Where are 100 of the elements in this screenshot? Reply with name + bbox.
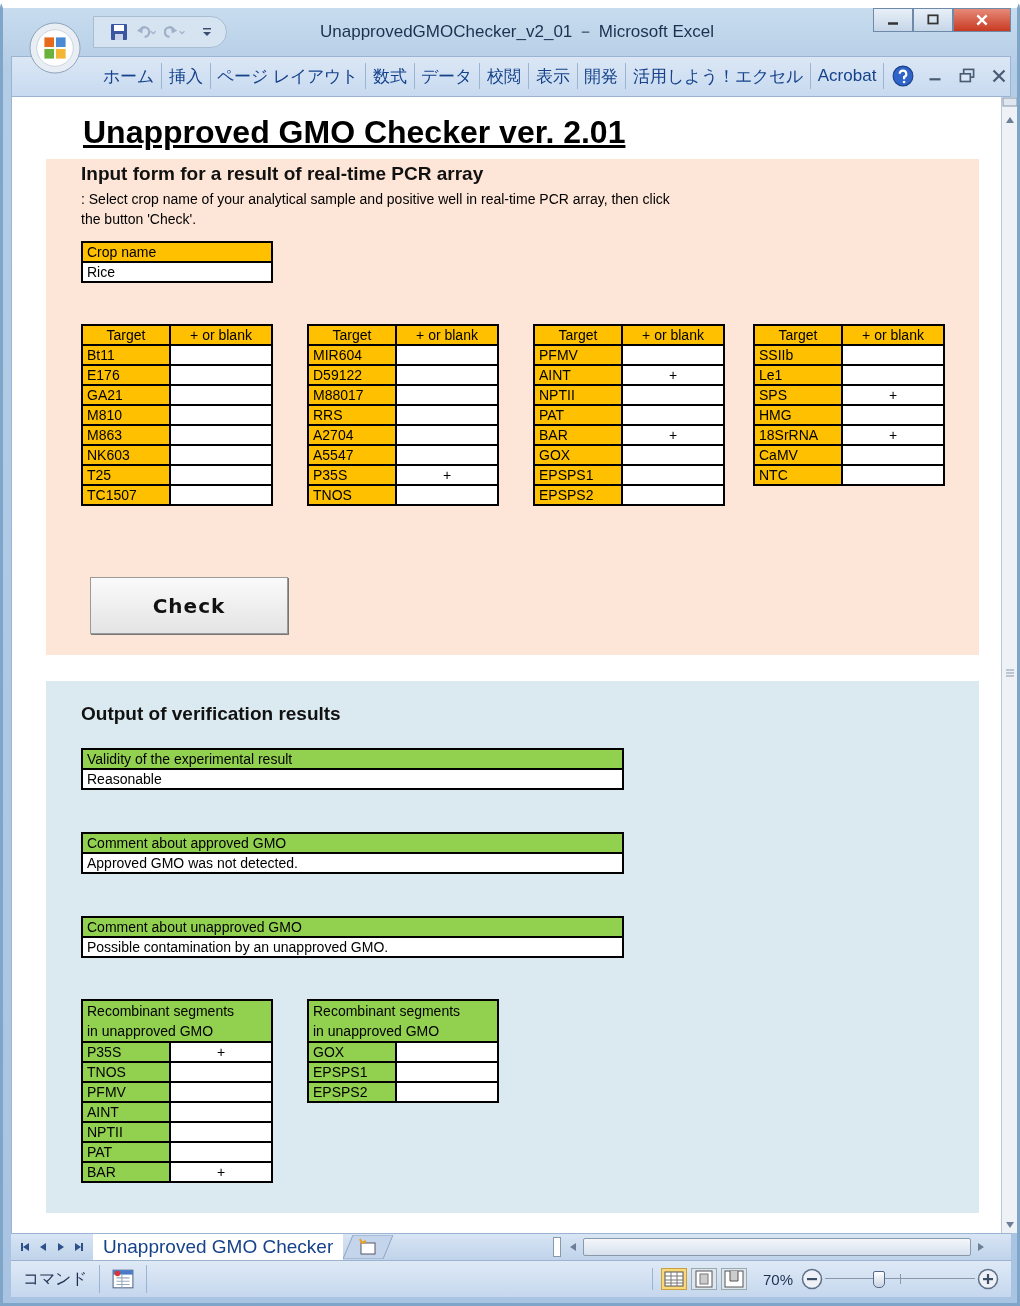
table-cell: Reasonable [83, 770, 622, 789]
table-cell: EPSPS2 [309, 1083, 395, 1102]
input-cell[interactable] [171, 386, 271, 405]
input-cell[interactable] [843, 466, 943, 485]
table-cell: SPS [755, 386, 841, 405]
input-cell[interactable] [623, 466, 723, 485]
table-cell: SSIIb [755, 346, 841, 365]
column-header: + or blank [171, 326, 271, 345]
table-cell: NK603 [83, 446, 169, 465]
table-cell: TC1507 [83, 486, 169, 505]
table-cell: PAT [83, 1143, 169, 1162]
table-cell: P35S [309, 466, 395, 485]
customize-caret-icon[interactable] [202, 26, 212, 37]
table-cell: M88017 [309, 386, 395, 405]
input-cell[interactable]: + [843, 426, 943, 445]
panel-heading: Input form for a result of real-time PCR array [81, 163, 485, 187]
table-cell: A2704 [309, 426, 395, 445]
column-header: Validity of the experimental result [83, 750, 622, 769]
minimize-button[interactable] [873, 8, 913, 32]
ribbon-tab[interactable]: ページ レイアウト [210, 64, 366, 88]
table-cell: BAR [535, 426, 621, 445]
input-cell[interactable] [623, 346, 723, 365]
last-sheet-icon[interactable] [73, 1241, 85, 1254]
input-cell[interactable] [171, 486, 271, 505]
input-cell[interactable] [171, 466, 271, 485]
ribbon-tab[interactable]: ホーム [96, 64, 161, 88]
ribbon-tab[interactable]: 数式 [365, 64, 414, 88]
input-cell[interactable] [397, 386, 497, 405]
page-layout-view-icon[interactable] [690, 1268, 717, 1291]
table-cell: NPTII [535, 386, 621, 405]
table-cell: + [171, 1043, 271, 1062]
ribbon-tab[interactable]: 挿入 [161, 64, 210, 88]
insert-sheet-icon[interactable] [343, 1235, 394, 1260]
input-cell[interactable] [397, 366, 497, 385]
table-cell: P35S [83, 1043, 169, 1062]
column-header: Recombinant segments in unapproved GMO [83, 1001, 271, 1042]
table-cell: PAT [535, 406, 621, 425]
input-cell[interactable]: + [623, 426, 723, 445]
column-header: + or blank [623, 326, 723, 345]
ribbon-tab[interactable]: 表示 [528, 64, 577, 88]
page-break-view-icon[interactable] [720, 1268, 747, 1291]
input-cell[interactable] [843, 366, 943, 385]
column-header: Target [83, 326, 169, 345]
maximize-button[interactable] [913, 8, 953, 32]
input-cell[interactable] [843, 346, 943, 365]
ribbon-tab[interactable]: 開発 [577, 64, 626, 88]
split-handle[interactable] [553, 1237, 562, 1258]
input-cell[interactable] [623, 486, 723, 505]
save-icon[interactable] [108, 21, 130, 42]
column-header: Comment about approved GMO [83, 834, 622, 853]
input-cell[interactable] [843, 446, 943, 465]
zoom-in-icon[interactable] [977, 1268, 999, 1291]
table-cell: Possible contamination by an unapproved GMO. [83, 938, 622, 957]
normal-view-icon[interactable] [660, 1268, 687, 1291]
input-cell[interactable] [171, 366, 271, 385]
input-cell[interactable] [171, 426, 271, 445]
table-cell: E176 [83, 366, 169, 385]
ribbon-tab[interactable]: 校閲 [480, 64, 529, 88]
input-cell[interactable]: + [623, 366, 723, 385]
first-sheet-icon[interactable] [19, 1241, 31, 1254]
input-cell[interactable] [843, 406, 943, 425]
macro-record-icon[interactable] [112, 1269, 134, 1290]
panel-heading: Output of verification results [81, 703, 342, 727]
sheet-tab[interactable]: Unapproved GMO Checker [93, 1234, 344, 1261]
table-cell: GA21 [83, 386, 169, 405]
input-cell[interactable]: + [843, 386, 943, 405]
input-cell[interactable] [397, 446, 497, 465]
table-cell: AINT [535, 366, 621, 385]
input-cell[interactable] [171, 346, 271, 365]
table-cell: AINT [83, 1103, 169, 1122]
input-cell[interactable] [623, 446, 723, 465]
input-cell[interactable] [397, 346, 497, 365]
input-cell[interactable] [171, 446, 271, 465]
table-cell: HMG [755, 406, 841, 425]
ribbon-tab[interactable]: 活用しよう！エクセル [626, 64, 811, 88]
input-cell[interactable] [397, 426, 497, 445]
input-cell[interactable] [397, 486, 497, 505]
zoom-out-icon[interactable] [801, 1268, 823, 1291]
input-field[interactable]: Rice [83, 263, 271, 282]
table-cell: EPSPS1 [535, 466, 621, 485]
input-cell[interactable] [171, 406, 271, 425]
input-cell[interactable] [623, 406, 723, 425]
input-cell[interactable] [623, 386, 723, 405]
check-button[interactable]: Check [90, 577, 288, 635]
input-cell[interactable]: + [397, 466, 497, 485]
close-button[interactable] [953, 8, 1011, 32]
table-cell: EPSPS1 [309, 1063, 395, 1082]
table-cell: PFMV [535, 346, 621, 365]
column-header: Target [309, 326, 395, 345]
ribbon-tab[interactable]: データ [414, 64, 480, 88]
table-cell: CaMV [755, 446, 841, 465]
help-icon[interactable] [892, 65, 915, 88]
table-cell: MIR604 [309, 346, 395, 365]
table-cell: TNOS [309, 486, 395, 505]
ribbon-tab[interactable]: Acrobat [810, 66, 884, 87]
maximize-icon [926, 14, 940, 26]
vertical-scrollbar[interactable] [1001, 97, 1017, 1234]
column-header: + or blank [397, 326, 497, 345]
input-cell[interactable] [397, 406, 497, 425]
table-cell: EPSPS2 [535, 486, 621, 505]
